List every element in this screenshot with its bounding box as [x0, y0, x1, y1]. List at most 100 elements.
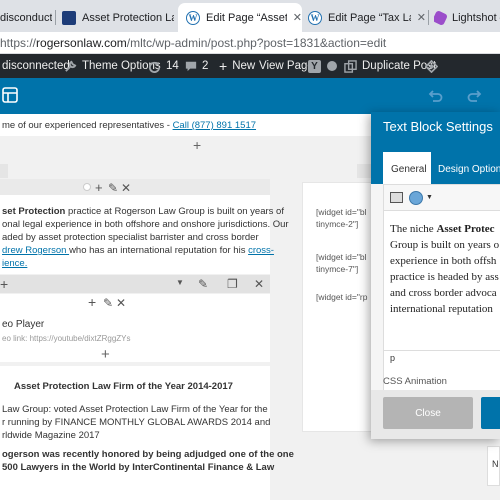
admin-bar-item[interactable]: disconnected [2, 54, 70, 78]
editor-toolbar: ▼ [384, 185, 500, 211]
video-player-element[interactable]: + ✎ ✕ eo Player eo link: https://youtube… [0, 294, 270, 363]
element-header[interactable]: + ✎ ✕ [0, 179, 270, 195]
modal-tabs: General Design Options [371, 142, 500, 184]
close-icon[interactable]: ✕ [417, 11, 426, 24]
body-line: who has an international reputation for … [69, 245, 249, 256]
body-line: aded by asset protection specialist barr… [2, 232, 259, 243]
add-icon[interactable]: + [88, 294, 96, 310]
theme-options-menu[interactable]: Theme Options [64, 54, 161, 78]
side-letter: N [492, 459, 499, 469]
globe-icon[interactable] [409, 191, 423, 205]
admin-bar-label: 2 [202, 60, 209, 72]
callout-label: me of our experienced representatives - [2, 120, 173, 131]
address-bar[interactable]: https://rogersonlaw.com/mltc/wp-admin/po… [0, 32, 500, 54]
widget-shortcode: tinymce-2"] [316, 219, 359, 229]
updates-menu[interactable]: 14 [148, 54, 179, 78]
view-page-link[interactable]: View Page [259, 54, 314, 78]
url-prefix: https:// [0, 36, 37, 50]
close-icon[interactable]: ✕ [121, 181, 131, 195]
admin-bar-label: 14 [166, 60, 179, 72]
body-line: onal legal experience in both offshore a… [2, 219, 289, 230]
duplicate-post-menu[interactable]: Duplicate Post [344, 54, 436, 78]
tab-label: Lightshot — sc [452, 11, 500, 24]
close-icon[interactable]: ✕ [254, 277, 264, 291]
close-button[interactable]: Close [383, 397, 473, 429]
editor-content[interactable]: The niche Asset Protec Group is built on… [390, 221, 500, 317]
refresh-icon [148, 61, 161, 73]
tab-general[interactable]: General [383, 152, 431, 184]
tab-design-options[interactable]: Design Options [438, 152, 500, 184]
copy-icon[interactable]: ❐ [227, 277, 238, 291]
text-block[interactable]: set Protection practice at Rogerson Law … [0, 195, 289, 274]
comments-menu[interactable]: 2 [185, 54, 208, 78]
wordpress-icon: W [186, 10, 200, 25]
column-handle[interactable] [357, 164, 371, 178]
add-row-icon[interactable]: + [193, 137, 201, 153]
close-icon[interactable]: ✕ [116, 296, 126, 310]
video-link: eo link: https://youtube/dixtZRggZYs [2, 334, 131, 343]
award-text-block[interactable]: Asset Protection Law Firm of the Year 20… [0, 366, 294, 500]
text-block-settings-modal: Text Block Settings General Design Optio… [371, 112, 500, 439]
editor-path-status: p [384, 350, 500, 364]
tab-separator [428, 10, 429, 25]
dot-badge-icon [327, 61, 337, 71]
url-field[interactable]: https://rogersonlaw.com/mltc/wp-admin/po… [0, 36, 386, 50]
edit-pencil-icon[interactable]: ✎ [103, 296, 113, 310]
tab-label: Edit Page “Asset Protectio [206, 11, 287, 24]
phone-link[interactable]: Call (877) 891 1517 [173, 120, 256, 131]
add-element-icon[interactable]: + [101, 346, 110, 363]
award-line: 500 Lawyers in the World by InterContine… [2, 462, 275, 473]
layout-icon[interactable] [2, 87, 18, 103]
cross-border-link[interactable]: ience. [2, 258, 27, 269]
video-title: eo Player [2, 319, 45, 330]
tab-separator [55, 10, 56, 25]
editor-line: and cross border advoca [390, 287, 497, 299]
browser-tab[interactable]: disconduct [0, 3, 52, 32]
keyboard-icon[interactable] [390, 192, 403, 203]
add-icon[interactable]: + [0, 276, 8, 292]
editor-line: international reputation [390, 303, 493, 315]
widget-shortcode: [widget id="rp [316, 292, 368, 302]
wordpress-icon: W [308, 10, 322, 25]
notification-badge[interactable] [327, 54, 337, 78]
award-line: r running by FINANCE MONTHLY GLOBAL AWAR… [2, 417, 271, 428]
add-icon[interactable]: + [95, 180, 103, 195]
attorney-link[interactable]: drew Rogerson [2, 245, 69, 256]
edit-pencil-icon[interactable]: ✎ [198, 277, 208, 291]
body-line: practice at Rogerson Law Group is built … [65, 206, 284, 217]
browser-tab-strip: disconduct Asset Protection Lawyer W Edi… [0, 0, 500, 32]
editor-line: Group is built on years o [390, 239, 500, 251]
text-block-content: set Protection practice at Rogerson Law … [2, 205, 289, 270]
drag-handle-icon[interactable] [83, 183, 91, 191]
duplicate-icon [344, 59, 357, 73]
text-row[interactable]: me of our experienced representatives - … [0, 114, 380, 136]
edit-pencil-icon[interactable]: ✎ [108, 181, 118, 195]
undo-icon[interactable] [427, 88, 443, 104]
close-icon[interactable]: ✕ [293, 11, 302, 24]
plugin-menu[interactable] [425, 54, 438, 78]
bold-text: set Protection [2, 206, 66, 217]
admin-bar-label: View Page [259, 60, 314, 72]
browser-tab-active[interactable]: W Edit Page “Asset Protectio ✕ [178, 3, 302, 32]
redo-icon[interactable] [467, 88, 483, 104]
save-button[interactable] [481, 397, 500, 429]
cross-border-link[interactable]: cross- [248, 245, 274, 256]
column-handle[interactable] [0, 164, 8, 178]
browser-tab[interactable]: W Edit Page “Tax Lawyer To ✕ [308, 3, 426, 32]
award-title: Asset Protection Law Firm of the Year 20… [14, 381, 233, 392]
callout-text: me of our experienced representatives - … [2, 119, 256, 132]
url-host: rogersonlaw.com [36, 36, 127, 50]
new-content-menu[interactable]: + New [219, 54, 255, 78]
modal-title: Text Block Settings [371, 112, 500, 142]
diamond-icon [425, 59, 438, 73]
editor-bold-text: Asset Protec [436, 223, 495, 235]
tab-label: Edit Page “Tax Lawyer To [328, 11, 411, 24]
browser-tab[interactable]: Asset Protection Lawyer [62, 3, 174, 32]
modal-footer: Close [371, 390, 500, 439]
square-favicon-icon [62, 10, 76, 25]
chevron-down-icon[interactable]: ▼ [426, 194, 433, 201]
award-line: rldwide Magazine 2017 [2, 430, 100, 441]
chevron-down-icon[interactable]: ▼ [176, 278, 184, 287]
browser-tab[interactable]: Lightshot — sc [434, 3, 500, 32]
yoast-menu[interactable]: Y [308, 54, 321, 78]
